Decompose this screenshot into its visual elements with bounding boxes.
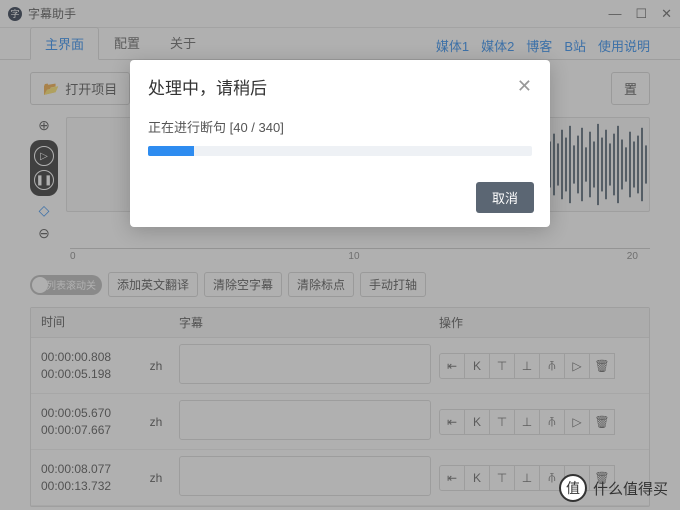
progress-bar <box>148 146 532 156</box>
watermark-text: 什么值得买 <box>593 478 668 499</box>
modal-overlay: 处理中，请稍后 ✕ 正在进行断句 [40 / 340] 取消 <box>0 0 680 510</box>
modal-message: 正在进行断句 [40 / 340] <box>148 117 532 136</box>
watermark: 值 什么值得买 <box>559 474 668 502</box>
processing-modal: 处理中，请稍后 ✕ 正在进行断句 [40 / 340] 取消 <box>130 60 550 227</box>
watermark-badge: 值 <box>559 474 587 502</box>
progress-fill <box>148 146 194 156</box>
modal-title: 处理中，请稍后 <box>148 74 267 99</box>
cancel-button[interactable]: 取消 <box>476 182 534 213</box>
modal-close-icon[interactable]: ✕ <box>517 76 532 97</box>
